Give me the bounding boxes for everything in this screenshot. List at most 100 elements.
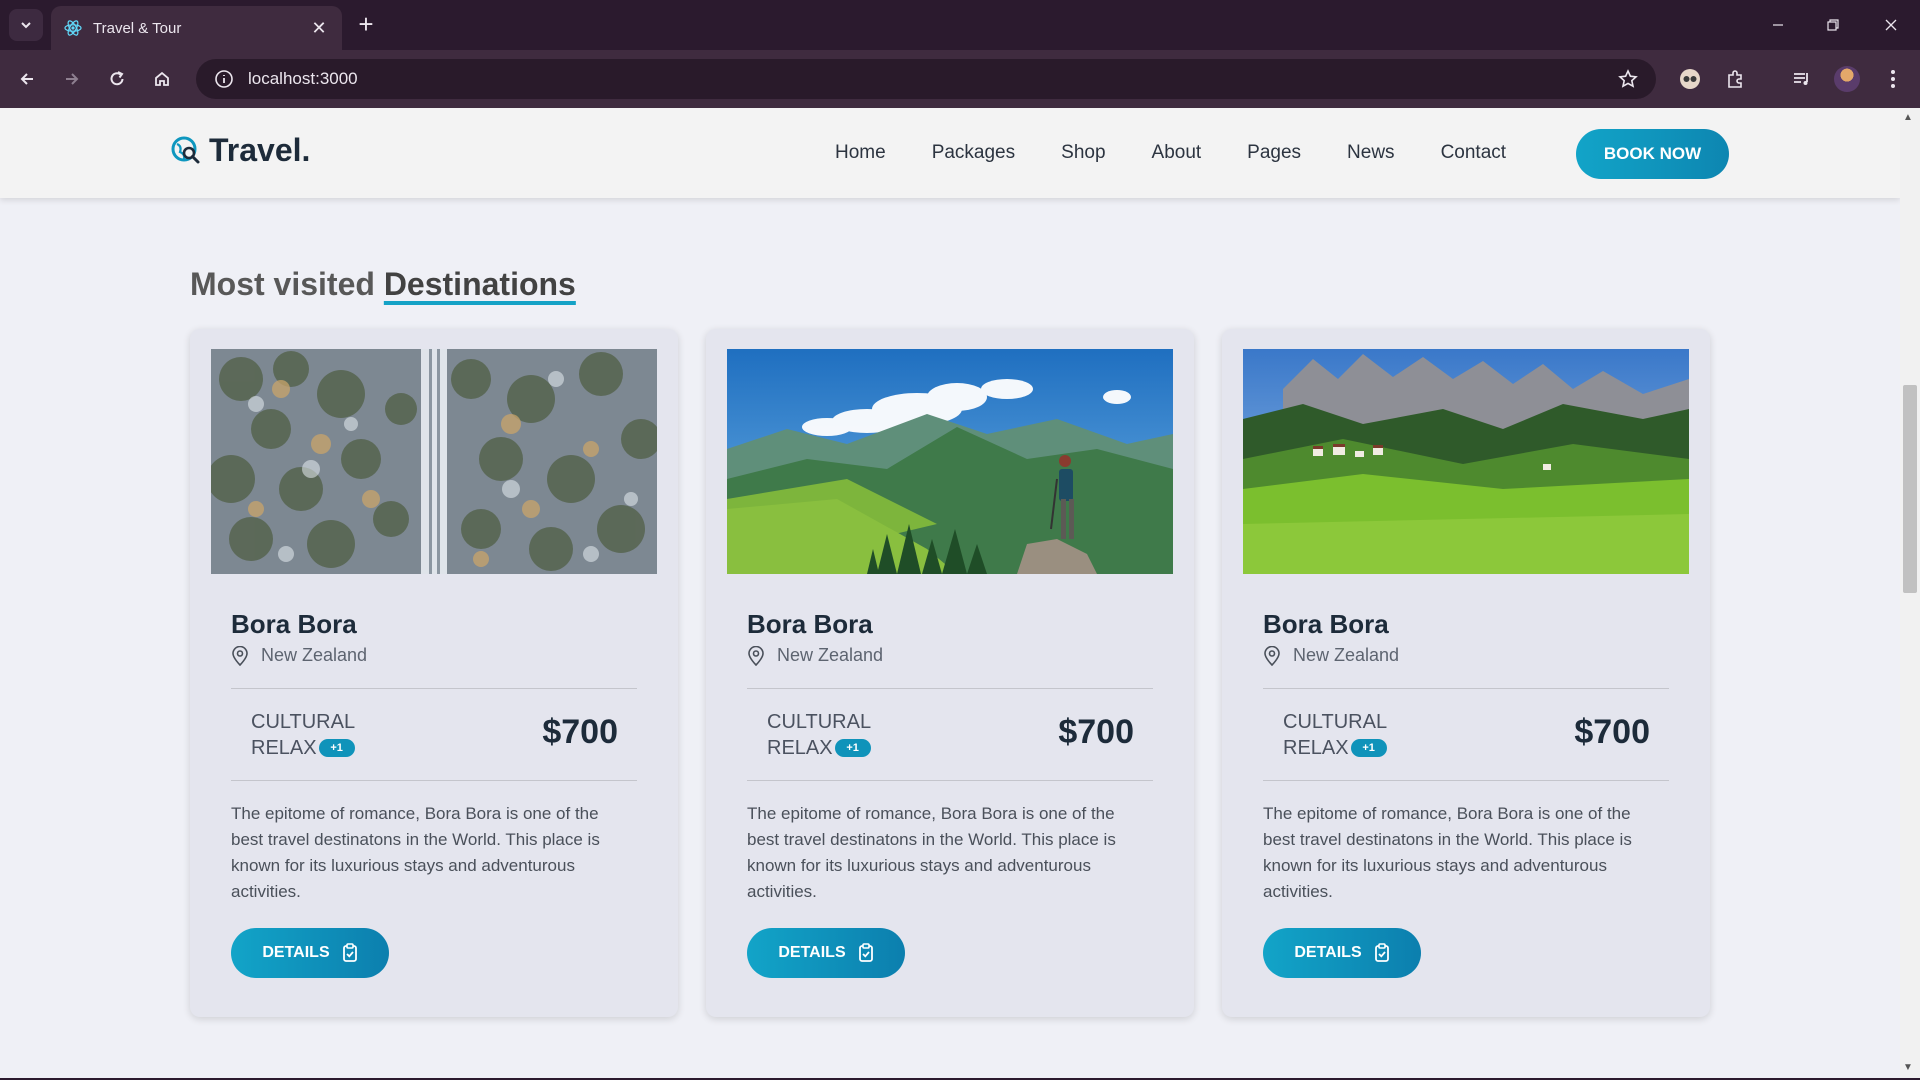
card-divider	[747, 688, 1153, 689]
url-text: localhost:3000	[248, 69, 358, 88]
destination-image-alpine-meadow	[1243, 349, 1689, 574]
minimize-button[interactable]	[1760, 10, 1796, 40]
globe-search-icon	[171, 136, 200, 163]
scroll-down-arrow-icon[interactable]: ▼	[1903, 1062, 1913, 1073]
location-pin-icon	[232, 645, 248, 666]
tag-relax: RELAX	[251, 737, 317, 759]
close-window-button[interactable]	[1873, 10, 1909, 40]
react-icon	[63, 18, 83, 38]
tag-row: RELAX +1	[251, 735, 355, 761]
browser-tab-strip: Travel & Tour ✕ +	[0, 0, 1920, 50]
close-icon	[1885, 19, 1897, 31]
avatar	[1834, 66, 1860, 92]
tab-search-button[interactable]	[9, 9, 43, 41]
browser-menu-button[interactable]	[1878, 64, 1908, 94]
active-tab[interactable]: Travel & Tour ✕	[51, 6, 342, 50]
page-viewport: Travel. Home Packages Shop About Pages N…	[0, 108, 1900, 1078]
home-icon	[155, 71, 169, 86]
section-title-plain: Most visited	[190, 266, 375, 302]
destination-price: $700	[542, 713, 618, 751]
arrow-right-icon	[66, 73, 79, 85]
nav-link-about[interactable]: About	[1152, 142, 1202, 164]
card-divider	[747, 780, 1153, 781]
back-button[interactable]	[12, 64, 42, 94]
tab-title: Travel & Tour	[93, 19, 182, 37]
destination-card: Bora Bora New Zealand CULTURAL RELAX +1 …	[706, 329, 1194, 1017]
forward-button[interactable]	[57, 64, 87, 94]
location-text: New Zealand	[777, 645, 884, 665]
destination-price: $700	[1058, 713, 1134, 751]
nav-link-news[interactable]: News	[1347, 142, 1395, 164]
brand-name: Travel.	[209, 132, 311, 168]
details-button-label: DETAILS	[1294, 944, 1362, 961]
address-bar[interactable]: localhost:3000	[196, 59, 1656, 99]
browser-toolbar: localhost:3000	[0, 50, 1920, 108]
new-tab-button[interactable]: +	[352, 11, 380, 39]
card-divider	[1263, 780, 1669, 781]
location-text: New Zealand	[261, 645, 368, 665]
destination-name: Bora Bora	[1263, 609, 1389, 639]
location-pin-icon	[748, 645, 764, 666]
card-tags: CULTURAL RELAX +1	[251, 709, 355, 761]
destination-description: The epitome of romance, Bora Bora is one…	[1263, 804, 1632, 901]
destination-name: Bora Bora	[747, 609, 873, 639]
scrollbar-thumb[interactable]	[1903, 385, 1917, 593]
destination-description: The epitome of romance, Bora Bora is one…	[231, 804, 600, 901]
nav-link-pages[interactable]: Pages	[1247, 142, 1301, 164]
card-tags: CULTURAL RELAX +1	[1283, 709, 1387, 761]
nav-link-home[interactable]: Home	[835, 142, 886, 164]
reload-button[interactable]	[102, 64, 132, 94]
tag-relax: RELAX	[1283, 737, 1349, 759]
details-button[interactable]: DETAILS	[231, 928, 389, 978]
playlist-icon	[1794, 73, 1808, 85]
card-divider	[1263, 688, 1669, 689]
nav-link-packages[interactable]: Packages	[932, 142, 1015, 164]
puzzle-icon	[1728, 70, 1742, 88]
nav-link-shop[interactable]: Shop	[1061, 142, 1105, 164]
card-tags: CULTURAL RELAX +1	[767, 709, 871, 761]
reload-icon	[110, 71, 124, 86]
details-button[interactable]: DETAILS	[1263, 928, 1421, 978]
nav-link-contact[interactable]: Contact	[1441, 142, 1506, 164]
book-now-button[interactable]: BOOK NOW	[1576, 129, 1729, 179]
page-scrollbar[interactable]	[1900, 108, 1920, 1078]
scroll-up-arrow-icon[interactable]: ▲	[1903, 112, 1913, 123]
minimize-icon	[1773, 24, 1783, 26]
tag-relax: RELAX	[767, 737, 833, 759]
profile-button[interactable]	[1832, 64, 1862, 94]
more-vertical-icon	[1891, 70, 1895, 88]
destination-card: Bora Bora New Zealand CULTURAL RELAX +1 …	[190, 329, 678, 1017]
tag-cultural: CULTURAL	[251, 711, 356, 733]
location-pin-icon	[1264, 645, 1280, 666]
section-title-highlight: Destinations	[383, 266, 576, 302]
destination-name: Bora Bora	[231, 609, 357, 639]
main-nav: Home Packages Shop About Pages News Cont…	[835, 142, 1506, 164]
tag-cultural: CULTURAL	[767, 711, 872, 733]
more-tags-badge[interactable]: +1	[834, 739, 871, 757]
home-button[interactable]	[147, 64, 177, 94]
restore-icon	[1827, 19, 1839, 31]
media-controls-button[interactable]	[1787, 64, 1817, 94]
tag-row: RELAX +1	[1283, 735, 1387, 761]
location-text: New Zealand	[1293, 645, 1400, 665]
brand-logo[interactable]: Travel.	[171, 132, 310, 169]
extensions-button[interactable]	[1720, 64, 1750, 94]
tag-cultural: CULTURAL	[1283, 711, 1388, 733]
site-info-icon[interactable]	[204, 69, 244, 89]
card-divider	[231, 688, 637, 689]
extension-button[interactable]	[1675, 64, 1705, 94]
destination-location: New Zealand	[747, 645, 883, 666]
close-tab-icon[interactable]: ✕	[308, 18, 330, 39]
destination-price: $700	[1574, 713, 1650, 751]
chevron-down-icon	[21, 22, 31, 29]
more-tags-badge[interactable]: +1	[1350, 739, 1387, 757]
restore-button[interactable]	[1815, 10, 1851, 40]
details-button[interactable]: DETAILS	[747, 928, 905, 978]
extension-avatar-icon	[1680, 69, 1700, 89]
details-button-label: DETAILS	[262, 944, 330, 961]
bookmark-star-icon[interactable]	[1608, 69, 1648, 89]
card-divider	[231, 780, 637, 781]
tag-row: RELAX +1	[767, 735, 871, 761]
more-tags-badge[interactable]: +1	[318, 739, 355, 757]
arrow-left-icon	[20, 73, 33, 85]
